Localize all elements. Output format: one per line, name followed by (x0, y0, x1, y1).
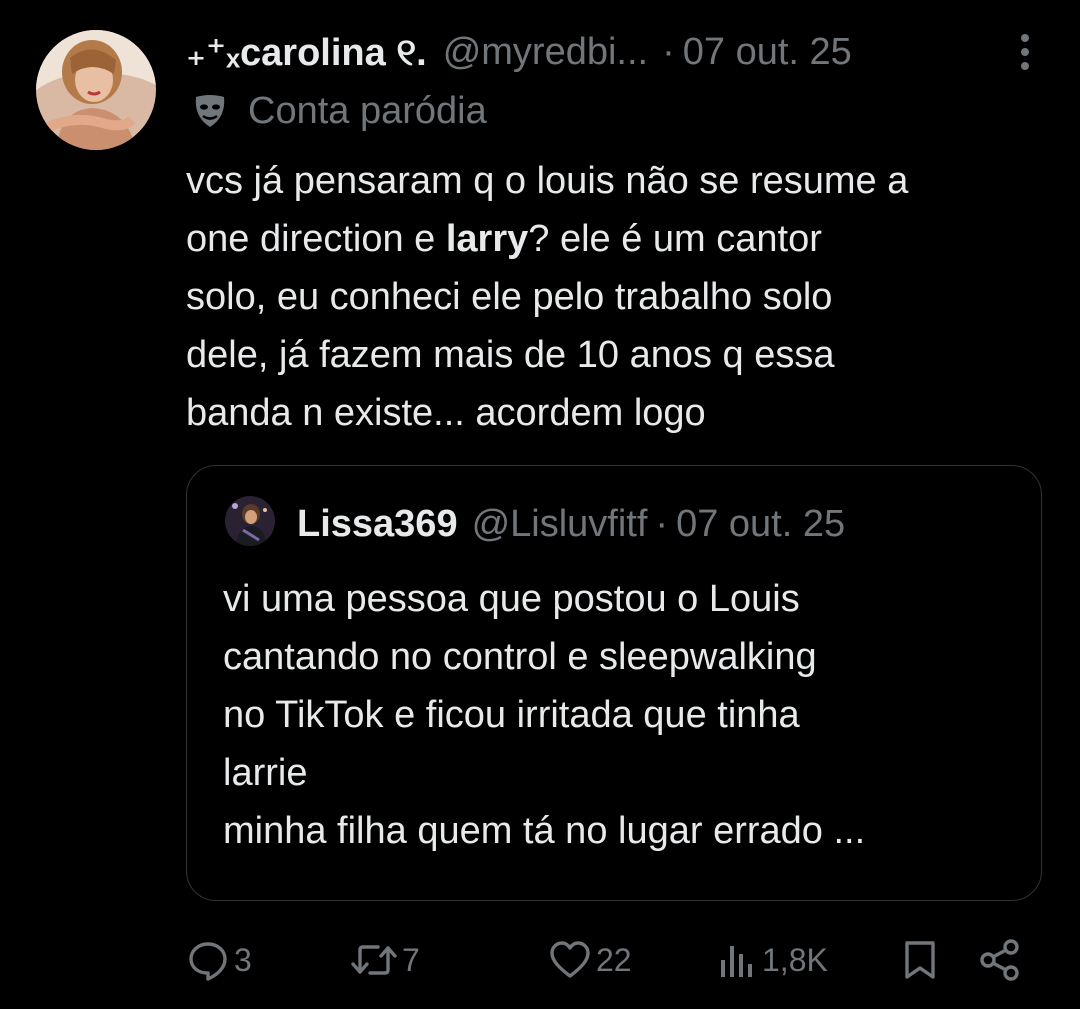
mask-icon (190, 91, 230, 131)
quoted-author-handle[interactable]: @Lisluvfitf (472, 503, 648, 546)
reply-count: 3 (234, 941, 252, 978)
views-button[interactable]: 1,8K (718, 930, 828, 990)
quoted-header-separator: · (655, 502, 669, 545)
header-separator: · (662, 30, 675, 73)
parody-badge: Conta paródia (190, 86, 487, 136)
repost-icon (350, 938, 398, 982)
quoted-tweet-card[interactable]: Lissa369 @Lisluvfitf · 07 out. 25 vi uma… (186, 465, 1042, 901)
share-button[interactable] (978, 930, 1022, 990)
heart-icon (548, 938, 592, 982)
more-options-icon[interactable] (1010, 28, 1040, 76)
bookmark-button[interactable] (900, 930, 940, 990)
tweet-text-line: vcs já pensaram q o louis não se resume … (186, 160, 909, 202)
quoted-text-line: no TikTok e ficou irritada que tinha (223, 694, 800, 736)
bold-keyword: larry (445, 218, 529, 260)
quoted-text-line: minha filha quem tá no lugar errado ... (223, 810, 866, 852)
view-count: 1,8K (762, 941, 828, 978)
quoted-text-line: cantando no control e sleepwalking (223, 636, 817, 678)
tweet-text-line: banda n existe... acordem logo (186, 392, 706, 434)
author-handle[interactable]: @myredbi... (443, 31, 648, 74)
tweet-text-line: solo, eu conheci ele pelo trabalho solo (186, 276, 833, 318)
quoted-text-line: larrie (223, 752, 308, 794)
quoted-author-avatar[interactable] (225, 496, 275, 546)
quoted-author-display-name[interactable]: Lissa369 (297, 503, 458, 546)
tweet-text-line: one direction e larry? ele é um cantor (186, 218, 822, 260)
tweet-header: ₊⁺ₓcarolina ୧. @myredbi... · 07 out. 25 (186, 24, 1046, 80)
like-button[interactable]: 22 (548, 930, 632, 990)
analytics-bars-icon (718, 938, 758, 982)
quoted-tweet-text: vi uma pessoa que postou o Louis cantand… (223, 570, 1023, 860)
like-count: 22 (596, 941, 632, 978)
share-icon (978, 938, 1022, 982)
tweet-text: vcs já pensaram q o louis não se resume … (186, 152, 1066, 442)
repost-button[interactable]: 7 (350, 930, 420, 990)
tweet-timestamp[interactable]: 07 out. 25 (683, 31, 852, 74)
tweet-action-bar: 3 7 22 1,8K (186, 930, 1046, 990)
tweet-text-line: dele, já fazem mais de 10 anos q essa (186, 334, 835, 376)
repost-count: 7 (402, 941, 420, 978)
author-display-name[interactable]: ₊⁺ₓcarolina ୧. (186, 30, 427, 75)
parody-badge-label: Conta paródia (248, 89, 487, 132)
bookmark-icon (900, 938, 940, 982)
quoted-tweet-header: Lissa369 @Lisluvfitf · 07 out. 25 (297, 496, 845, 552)
reply-icon (186, 938, 230, 982)
quoted-text-line: vi uma pessoa que postou o Louis (223, 578, 800, 620)
author-avatar[interactable] (36, 30, 156, 150)
quoted-tweet-timestamp[interactable]: 07 out. 25 (676, 503, 845, 546)
reply-button[interactable]: 3 (186, 930, 252, 990)
